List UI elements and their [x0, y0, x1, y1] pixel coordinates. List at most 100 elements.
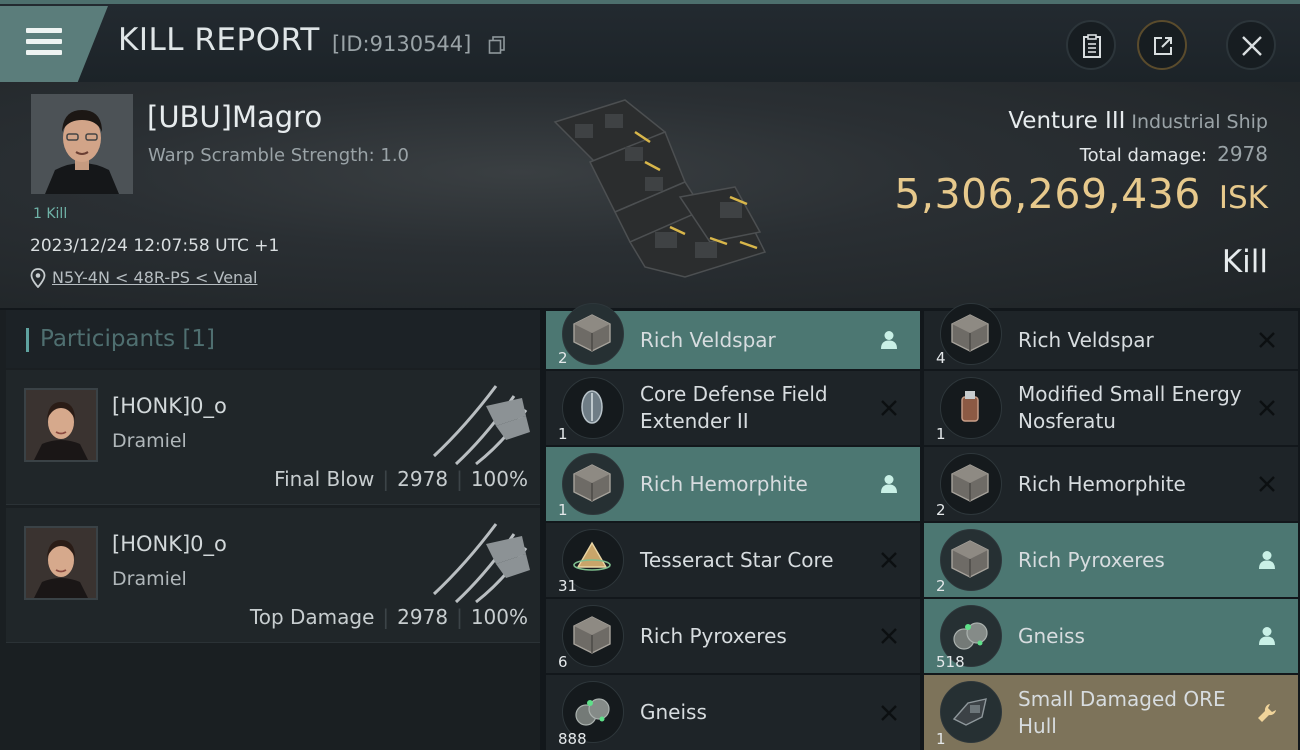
location-pin-icon	[30, 268, 46, 288]
x-icon	[1256, 473, 1278, 495]
item-row[interactable]: 6 Rich Pyroxeres	[546, 599, 920, 673]
nosferatu-icon	[940, 377, 1002, 439]
participant-ship[interactable]: Dramiel	[112, 568, 187, 590]
person-icon	[878, 473, 900, 495]
clipboard-button[interactable]	[1066, 20, 1116, 70]
item-row[interactable]: 1 Small Damaged ORE Hull	[924, 675, 1298, 750]
item-name: Gneiss	[640, 700, 707, 724]
item-quantity: 4	[936, 349, 946, 367]
ship-class: Industrial Ship	[1131, 111, 1268, 133]
participant-portrait[interactable]	[24, 388, 98, 462]
item-row[interactable]: 2 Rich Hemorphite	[924, 447, 1298, 521]
copy-icon[interactable]	[488, 36, 506, 54]
total-damage-line: Total damage: 2978	[1080, 142, 1268, 166]
share-icon	[1154, 37, 1172, 55]
person-icon	[878, 329, 900, 351]
total-damage-label: Total damage:	[1079, 145, 1208, 166]
item-name: Rich Hemorphite	[1018, 471, 1186, 496]
item-row[interactable]: 1 Modified Small Energy Nosferatu	[924, 371, 1298, 445]
victim-kill-count: 1 Kill	[33, 206, 68, 222]
stat-divider: |	[456, 467, 463, 491]
item-row[interactable]: 31 Tesseract Star Core	[546, 523, 920, 597]
person-icon	[1256, 625, 1278, 647]
item-name: Rich Hemorphite	[640, 471, 808, 496]
participant-name[interactable]: [HONK]0_o	[112, 394, 227, 418]
participant-row[interactable]: [HONK]0_o Dramiel Top Damage | 2978 | 100%	[6, 508, 540, 643]
item-name: Modified Small Energy Nosferatu	[1018, 382, 1242, 433]
ore-hull-icon	[940, 681, 1002, 743]
item-quantity: 1	[558, 425, 568, 443]
participant-portrait[interactable]	[24, 526, 98, 600]
item-row[interactable]: 518 Gneiss	[924, 599, 1298, 673]
participant-damage: 2978	[397, 605, 449, 629]
item-name: Rich Veldspar	[640, 327, 776, 352]
item-row[interactable]: 888 Gneiss	[546, 675, 920, 750]
ship-type-line: Venture III Industrial Ship	[1008, 108, 1268, 134]
share-button[interactable]	[1137, 20, 1187, 70]
ore-cube-icon	[562, 605, 624, 667]
participant-role: Final Blow	[274, 467, 375, 491]
ore-cube-icon	[562, 453, 624, 515]
participant-damage: 2978	[397, 467, 449, 491]
location-text[interactable]: N5Y-4N < 48R-PS < Venal	[52, 268, 257, 287]
participant-role: Top Damage	[249, 605, 375, 629]
stat-divider: |	[382, 605, 390, 629]
close-icon	[1242, 36, 1262, 56]
item-quantity: 31	[558, 577, 578, 595]
item-name: Gneiss	[1018, 623, 1085, 648]
participants-title: Participants [1]	[40, 326, 215, 352]
ship-name[interactable]: Venture III	[1008, 108, 1125, 134]
participant-percent: 100%	[470, 605, 528, 629]
total-damage-value: 2978	[1217, 142, 1268, 166]
kill-timestamp: 2023/12/24 12:07:58 UTC +1	[30, 236, 280, 256]
menu-icon	[26, 28, 62, 61]
dramiel-ship-icon	[432, 385, 530, 466]
item-row[interactable]: 2 Rich Veldspar	[546, 303, 920, 369]
item-name: Tesseract Star Core	[640, 547, 834, 572]
item-row[interactable]: 1 Rich Hemorphite	[546, 447, 920, 521]
shield-extender-icon	[562, 377, 624, 439]
stat-divider: |	[456, 605, 463, 629]
item-name: Small Damaged ORE Hull	[1018, 686, 1226, 738]
dramiel-ship-icon	[432, 523, 530, 604]
item-row[interactable]: 2 Rich Pyroxeres	[924, 523, 1298, 597]
victim-portrait[interactable]	[31, 94, 133, 194]
person-icon	[1256, 549, 1278, 571]
ship-render-image	[553, 99, 767, 278]
item-name: Rich Veldspar	[1018, 327, 1154, 352]
isk-value-line: 5,306,269,436 ISK	[894, 170, 1268, 218]
participant-percent: 100%	[470, 467, 528, 491]
isk-unit: ISK	[1218, 180, 1268, 216]
page-title: KILL REPORT	[118, 22, 320, 58]
stat-divider: |	[382, 467, 390, 491]
item-name: Core Defense Field Extender II	[640, 382, 828, 433]
x-icon	[878, 625, 900, 647]
report-id: [ID:9130544]	[332, 32, 472, 56]
participant-stats: Top Damage | 2978 | 100%	[250, 605, 528, 629]
participant-stats: Final Blow | 2978 | 100%	[274, 467, 528, 491]
item-quantity: 888	[558, 730, 587, 748]
victim-name[interactable]: [UBU]Magro	[147, 100, 322, 134]
item-name: Rich Pyroxeres	[1018, 547, 1165, 572]
wrench-icon	[1256, 702, 1278, 724]
item-quantity: 1	[936, 730, 946, 748]
participant-name[interactable]: [HONK]0_o	[112, 532, 227, 556]
participants-header-accent	[26, 328, 29, 352]
participants-header: Participants [1]	[6, 310, 540, 368]
item-quantity: 2	[936, 501, 946, 519]
item-row[interactable]: 4 Rich Veldspar	[924, 303, 1298, 369]
item-quantity: 1	[936, 425, 946, 443]
item-row[interactable]: 1 Core Defense Field Extender II	[546, 371, 920, 445]
warp-scramble-strength: Warp Scramble Strength: 1.0	[148, 145, 410, 166]
isk-value: 5,306,269,436	[894, 170, 1201, 218]
item-quantity: 2	[558, 349, 568, 367]
x-icon	[878, 702, 900, 724]
ore-cube-icon	[562, 303, 624, 365]
close-button[interactable]	[1226, 20, 1276, 70]
x-icon	[1256, 329, 1278, 351]
x-icon	[878, 549, 900, 571]
participant-ship[interactable]: Dramiel	[112, 430, 187, 452]
participant-row[interactable]: [HONK]0_o Dramiel Final Blow | 2978 | 100%	[6, 370, 540, 505]
participants-panel: Participants [1] [HONK]0_o Dramiel Final…	[0, 310, 540, 750]
item-quantity: 6	[558, 653, 568, 671]
